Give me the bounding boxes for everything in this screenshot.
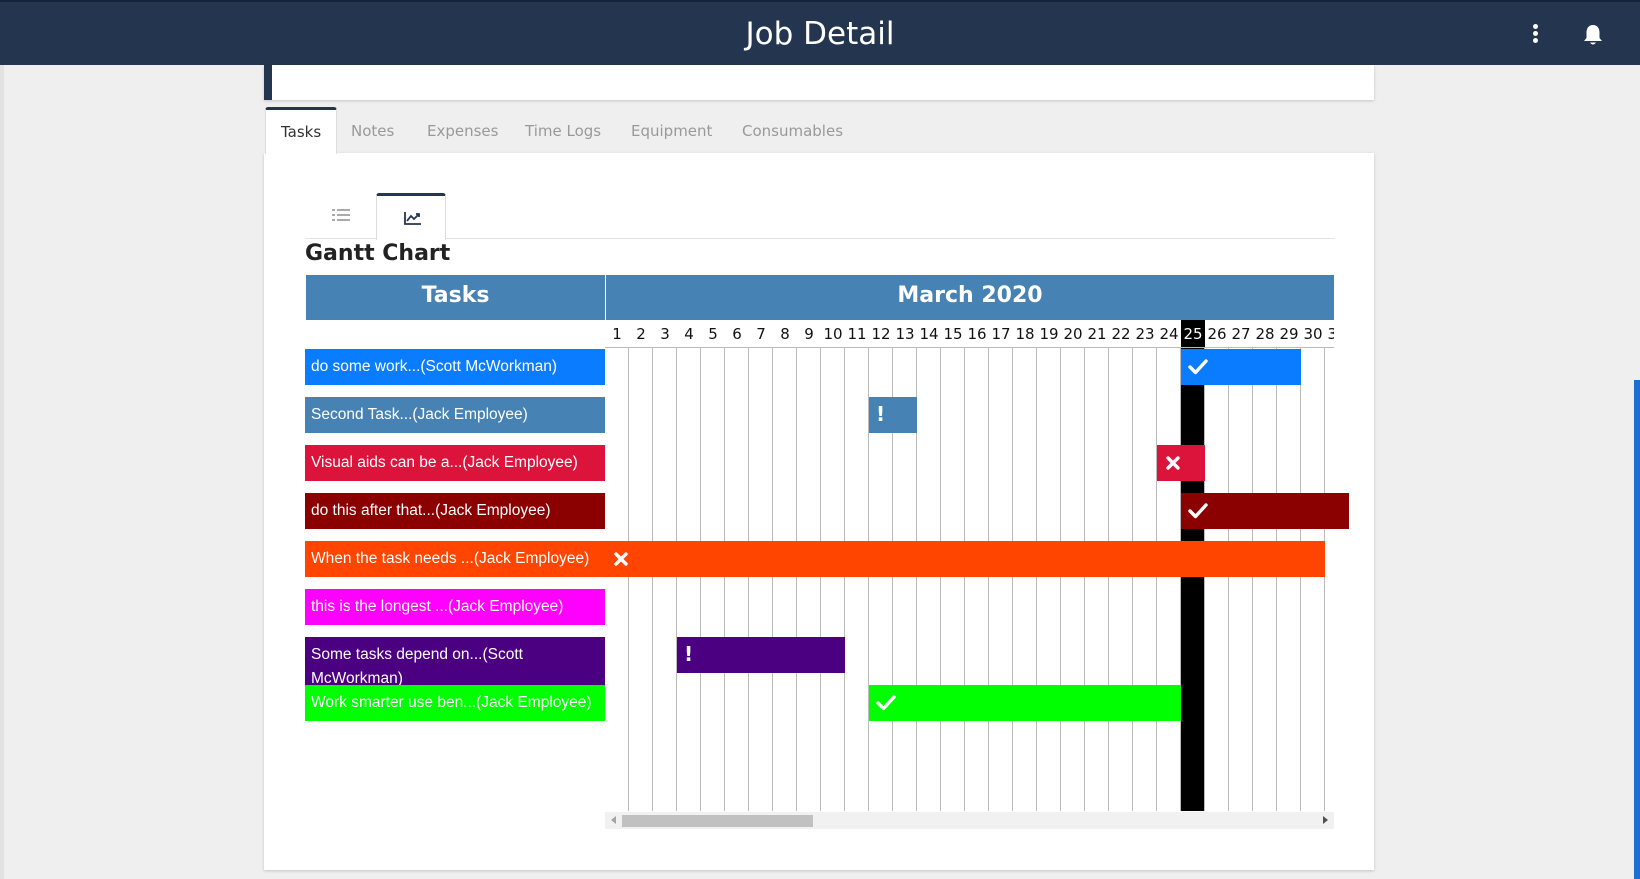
tab-tasks[interactable]: Tasks xyxy=(265,107,338,154)
day-column: 31 xyxy=(1325,320,1334,811)
tab-expenses[interactable]: Expenses xyxy=(427,107,498,154)
day-number: 24 xyxy=(1157,320,1181,348)
page-title: Job Detail xyxy=(745,16,895,52)
tasks-column-header: Tasks xyxy=(306,275,605,320)
chart-icon xyxy=(404,212,421,225)
day-number: 1 xyxy=(605,320,629,348)
task-label[interactable]: this is the longest ...(Jack Employee) xyxy=(305,589,605,625)
task-bar[interactable]: ! xyxy=(677,637,845,673)
scrollbar-thumb[interactable] xyxy=(622,815,813,827)
task-bar[interactable] xyxy=(869,685,1181,721)
horizontal-scrollbar[interactable] xyxy=(605,812,1334,829)
day-number: 12 xyxy=(869,320,893,348)
day-number: 23 xyxy=(1133,320,1157,348)
day-number: 10 xyxy=(821,320,845,348)
day-number: 14 xyxy=(917,320,941,348)
gantt-title: Gantt Chart xyxy=(305,241,451,266)
list-view-tab[interactable] xyxy=(305,193,375,239)
day-number: 25 xyxy=(1181,320,1205,348)
day-number: 22 xyxy=(1109,320,1133,348)
more-options-icon[interactable] xyxy=(1527,24,1543,48)
scroll-right-arrow-icon[interactable] xyxy=(1323,816,1328,824)
task-bar[interactable] xyxy=(605,541,1325,577)
notifications-bell-icon[interactable] xyxy=(1582,23,1604,47)
day-number: 21 xyxy=(1085,320,1109,348)
day-number: 6 xyxy=(725,320,749,348)
day-number: 18 xyxy=(1013,320,1037,348)
exclamation-icon: ! xyxy=(876,402,886,426)
task-bar[interactable] xyxy=(1181,349,1301,385)
day-number: 2 xyxy=(629,320,653,348)
list-icon xyxy=(332,209,350,221)
x-icon xyxy=(614,552,628,566)
job-summary-card xyxy=(264,65,1374,100)
left-edge-strip xyxy=(0,65,4,879)
day-number: 31 xyxy=(1325,320,1334,348)
check-icon xyxy=(1188,359,1208,375)
job-tabs: Tasks Notes Expenses Time Logs Equipment… xyxy=(265,107,1373,154)
x-icon xyxy=(1166,456,1180,470)
tab-consumables[interactable]: Consumables xyxy=(742,107,843,154)
task-bar[interactable] xyxy=(1157,445,1205,481)
task-bar[interactable]: ! xyxy=(869,397,917,433)
check-icon xyxy=(1188,503,1208,519)
day-number: 4 xyxy=(677,320,701,348)
day-number: 19 xyxy=(1037,320,1061,348)
task-label[interactable]: When the task needs ...(Jack Employee) xyxy=(305,541,605,577)
chart-view-tab[interactable] xyxy=(376,193,446,240)
tab-time-logs[interactable]: Time Logs xyxy=(525,107,601,154)
task-label[interactable]: Work smarter use ben...(Jack Employee) xyxy=(305,685,605,721)
day-number: 17 xyxy=(989,320,1013,348)
tab-notes[interactable]: Notes xyxy=(351,107,394,154)
day-number: 11 xyxy=(845,320,869,348)
day-number: 3 xyxy=(653,320,677,348)
task-label[interactable]: Second Task...(Jack Employee) xyxy=(305,397,605,433)
day-number: 16 xyxy=(965,320,989,348)
day-number: 8 xyxy=(773,320,797,348)
top-app-bar: Job Detail xyxy=(0,0,1640,65)
task-label[interactable]: do some work...(Scott McWorkman) xyxy=(305,349,605,385)
day-number: 29 xyxy=(1277,320,1301,348)
day-number: 9 xyxy=(797,320,821,348)
month-header: March 2020 xyxy=(606,275,1334,320)
view-switcher xyxy=(305,193,1335,240)
day-number: 13 xyxy=(893,320,917,348)
day-number: 7 xyxy=(749,320,773,348)
day-number: 26 xyxy=(1205,320,1229,348)
tab-equipment[interactable]: Equipment xyxy=(631,107,712,154)
scroll-left-arrow-icon[interactable] xyxy=(611,816,616,824)
day-number: 27 xyxy=(1229,320,1253,348)
day-number: 15 xyxy=(941,320,965,348)
day-number: 20 xyxy=(1061,320,1085,348)
exclamation-icon: ! xyxy=(684,642,694,666)
task-label[interactable]: Visual aids can be a...(Jack Employee) xyxy=(305,445,605,481)
right-edge-accent xyxy=(1634,380,1640,879)
day-number: 5 xyxy=(701,320,725,348)
check-icon xyxy=(876,695,896,711)
task-bar[interactable] xyxy=(1181,493,1349,529)
task-label[interactable]: do this after that...(Jack Employee) xyxy=(305,493,605,529)
day-number: 28 xyxy=(1253,320,1277,348)
day-number: 30 xyxy=(1301,320,1325,348)
